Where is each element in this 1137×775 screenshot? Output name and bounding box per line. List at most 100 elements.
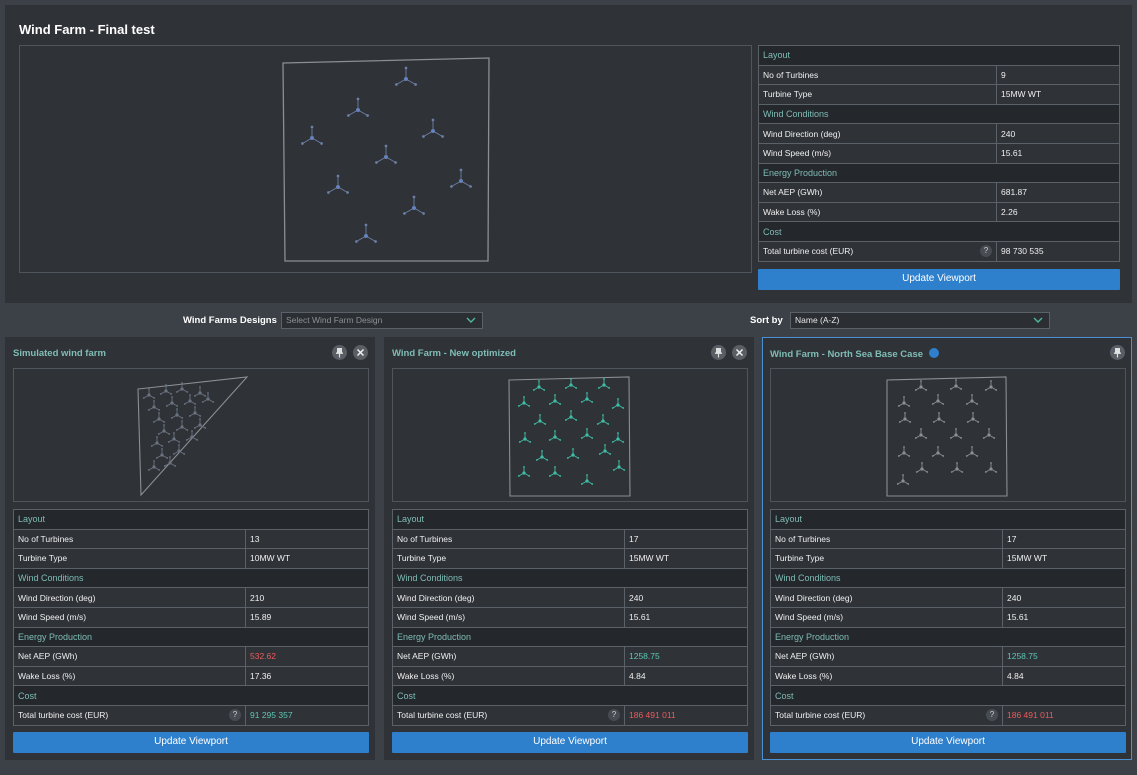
- section-cost: Cost: [758, 221, 1120, 242]
- turbine-marker: [335, 184, 341, 190]
- close-icon[interactable]: [732, 345, 747, 360]
- turbine-marker: [585, 479, 589, 483]
- turbine-marker: [989, 467, 993, 471]
- turbine-marker: [180, 387, 184, 391]
- turbine-marker: [919, 385, 923, 389]
- value-wake-loss: 4.84: [624, 665, 748, 687]
- turbine-marker: [157, 417, 161, 421]
- pin-icon[interactable]: [1110, 345, 1125, 360]
- update-viewport-button[interactable]: Update Viewport: [392, 732, 748, 753]
- label-turbine-type: Turbine Type: [758, 84, 997, 105]
- label-turbines: No of Turbines: [392, 528, 625, 550]
- label-wind-speed: Wind Speed (m/s): [770, 606, 1003, 628]
- card-farm-plot: [508, 376, 631, 497]
- turbine-marker: [180, 425, 184, 429]
- active-indicator-icon: [929, 348, 940, 358]
- value-turbines: 9: [996, 64, 1120, 86]
- pin-icon[interactable]: [332, 345, 347, 360]
- value-turbine-cost: 186 491 011: [624, 704, 748, 726]
- turbine-marker: [168, 461, 172, 465]
- turbine-marker: [458, 178, 464, 184]
- update-viewport-button[interactable]: Update Viewport: [758, 269, 1120, 290]
- section-energy: Energy Production: [758, 162, 1120, 184]
- label-turbines: No of Turbines: [770, 528, 1003, 550]
- label-turbine-cost: Total turbine cost (EUR): [763, 246, 854, 257]
- card-viewport[interactable]: [392, 368, 748, 502]
- turbine-marker: [903, 417, 907, 421]
- design-card-1[interactable]: Simulated wind farm Layout No of Turbine…: [5, 337, 375, 760]
- label-turbine-type: Turbine Type: [13, 548, 246, 569]
- turbine-marker: [970, 399, 974, 403]
- label-wind-speed: Wind Speed (m/s): [392, 606, 625, 628]
- turbine-marker: [411, 205, 417, 211]
- design-select[interactable]: Select Wind Farm Design: [281, 312, 483, 329]
- card-stats-table: Layout No of Turbines 17 Turbine Type 15MW…: [770, 509, 1126, 726]
- value-turbines: 13: [245, 528, 369, 550]
- turbine-marker: [936, 451, 940, 455]
- help-icon[interactable]: ?: [980, 244, 992, 257]
- turbine-marker: [383, 154, 389, 160]
- card-farm-plot: [886, 376, 1008, 497]
- turbine-marker: [569, 415, 573, 419]
- turbine-marker: [571, 453, 575, 457]
- card-viewport[interactable]: [770, 368, 1126, 502]
- section-energy: Energy Production: [13, 626, 369, 648]
- label-turbine-type: Turbine Type: [392, 548, 625, 569]
- main-viewport[interactable]: [19, 45, 752, 273]
- turbine-marker: [152, 405, 156, 409]
- value-turbines: 17: [624, 528, 748, 550]
- label-wake-loss: Wake Loss (%): [13, 665, 246, 687]
- label-wake-loss: Wake Loss (%): [758, 201, 997, 223]
- value-wake-loss: 2.26: [996, 201, 1120, 223]
- turbine-marker: [538, 419, 542, 423]
- turbine-marker: [190, 435, 194, 439]
- section-energy: Energy Production: [392, 626, 748, 648]
- section-wind: Wind Conditions: [770, 567, 1126, 589]
- section-wind: Wind Conditions: [392, 567, 748, 589]
- card-title: Simulated wind farm: [13, 348, 106, 359]
- label-turbine-cost: Total turbine cost (EUR): [18, 710, 109, 721]
- close-icon[interactable]: [353, 345, 368, 360]
- help-icon[interactable]: ?: [608, 708, 620, 721]
- section-layout: Layout: [758, 45, 1120, 66]
- label-wind-direction: Wind Direction (deg): [392, 587, 625, 608]
- turbine-marker: [540, 455, 544, 459]
- turbine-marker: [198, 391, 202, 395]
- value-turbine-cost: 91 295 357: [245, 704, 369, 726]
- turbine-marker: [616, 437, 620, 441]
- turbine-marker: [987, 433, 991, 437]
- label-turbines: No of Turbines: [13, 528, 246, 550]
- section-layout: Layout: [770, 509, 1126, 530]
- turbine-marker: [553, 471, 557, 475]
- value-turbine-type: 10MW WT: [245, 548, 369, 569]
- pin-icon[interactable]: [711, 345, 726, 360]
- card-viewport[interactable]: [13, 368, 369, 502]
- value-wind-speed: 15.61: [1002, 606, 1126, 628]
- help-icon[interactable]: ?: [229, 708, 241, 721]
- farm-boundary: [508, 376, 631, 497]
- turbine-marker: [430, 128, 436, 134]
- label-wind-speed: Wind Speed (m/s): [758, 142, 997, 164]
- turbine-marker: [970, 451, 974, 455]
- designs-label: Wind Farms Designs: [183, 315, 277, 326]
- label-wake-loss: Wake Loss (%): [770, 665, 1003, 687]
- label-wind-direction: Wind Direction (deg): [770, 587, 1003, 608]
- update-viewport-button[interactable]: Update Viewport: [13, 732, 369, 753]
- value-wind-speed: 15.89: [245, 606, 369, 628]
- help-icon[interactable]: ?: [986, 708, 998, 721]
- page-title: Wind Farm - Final test: [19, 22, 155, 37]
- card-title: Wind Farm - New optimized: [392, 348, 516, 359]
- update-viewport-button[interactable]: Update Viewport: [770, 732, 1126, 753]
- design-card-3[interactable]: Wind Farm - North Sea Base Case Layout N…: [762, 337, 1132, 760]
- turbine-marker: [177, 449, 181, 453]
- turbine-marker: [601, 419, 605, 423]
- design-card-2[interactable]: Wind Farm - New optimized Layout No of T…: [384, 337, 754, 760]
- card-stats-table: Layout No of Turbines 17 Turbine Type 15MW…: [392, 509, 748, 726]
- card-farm-plot: [137, 376, 249, 497]
- card-title: Wind Farm - North Sea Base Case: [770, 349, 924, 360]
- sort-select[interactable]: Name (A-Z): [790, 312, 1050, 329]
- chevron-down-icon: [1033, 317, 1043, 323]
- value-wind-direction: 240: [996, 123, 1120, 144]
- label-turbines: No of Turbines: [758, 64, 997, 86]
- value-wake-loss: 17.36: [245, 665, 369, 687]
